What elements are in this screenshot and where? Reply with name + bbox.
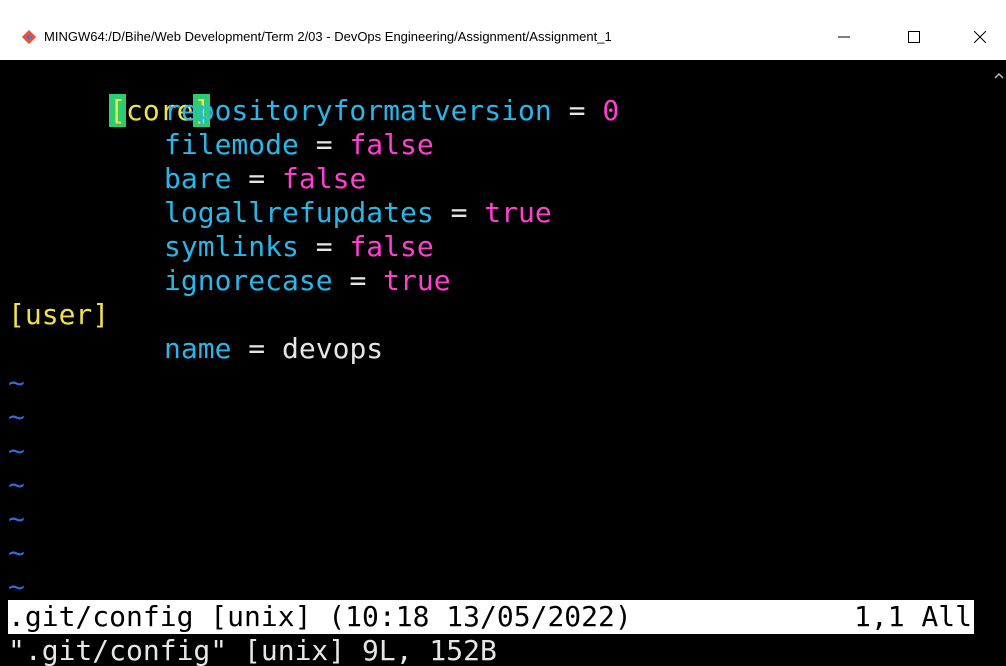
empty-line-tilde: ~ [8,366,25,399]
config-value: false [282,162,367,195]
config-key: filemode [164,128,299,161]
status-file-info: .git/config [unix] (10:18 13/05/2022) [8,600,632,633]
config-key: ignorecase [164,264,333,297]
empty-line-tilde: ~ [8,434,25,467]
config-key: symlinks [164,230,299,263]
vim-status-line: .git/config [unix] (10:18 13/05/2022) 1,… [8,600,974,634]
close-icon [974,31,986,43]
vim-editor[interactable]: [core] repositoryformatversion = 0 filem… [8,60,988,666]
config-value: 0 [602,94,620,127]
minimize-button[interactable] [822,24,866,50]
git-bash-icon [21,29,37,45]
empty-line-tilde: ~ [8,502,25,535]
maximize-button[interactable] [892,24,936,50]
config-key: name [164,332,232,365]
config-key: logallrefupdates [164,196,434,229]
config-line: logallrefupdates = true [164,196,552,229]
config-value: devops [282,332,384,365]
config-key: bare [164,162,232,195]
empty-line-tilde: ~ [8,570,25,603]
config-line: filemode = false [164,128,434,161]
config-line: repositoryformatversion = 0 [164,94,620,127]
config-line: ignorecase = true [164,264,451,297]
scroll-up-arrow-icon[interactable] [994,66,1004,79]
terminal-window: MINGW64:/D/Bihe/Web Development/Term 2/0… [0,0,1006,666]
config-key: repositoryformatversion [164,94,552,127]
config-line: name = devops [164,332,384,365]
config-value: true [383,264,451,297]
section-header-core: [core] [8,60,211,127]
section-name: user [24,298,93,331]
status-cursor-position: 1,1 All [853,600,972,633]
empty-line-tilde: ~ [8,468,25,501]
minimize-icon [838,36,850,38]
empty-line-tilde: ~ [8,400,25,433]
config-line: symlinks = false [164,230,434,263]
maximize-icon [908,31,920,43]
section-header-user: [user] [8,298,110,331]
close-button[interactable] [958,24,1002,50]
config-value: false [349,230,434,263]
vim-message-line: ".git/config" [unix] 9L, 152B [8,634,497,666]
title-bar[interactable]: MINGW64:/D/Bihe/Web Development/Term 2/0… [0,0,1006,60]
empty-line-tilde: ~ [8,536,25,569]
window-title: MINGW64:/D/Bihe/Web Development/Term 2/0… [44,29,612,44]
config-line: bare = false [164,162,367,195]
config-value: false [349,128,434,161]
config-value: true [484,196,552,229]
